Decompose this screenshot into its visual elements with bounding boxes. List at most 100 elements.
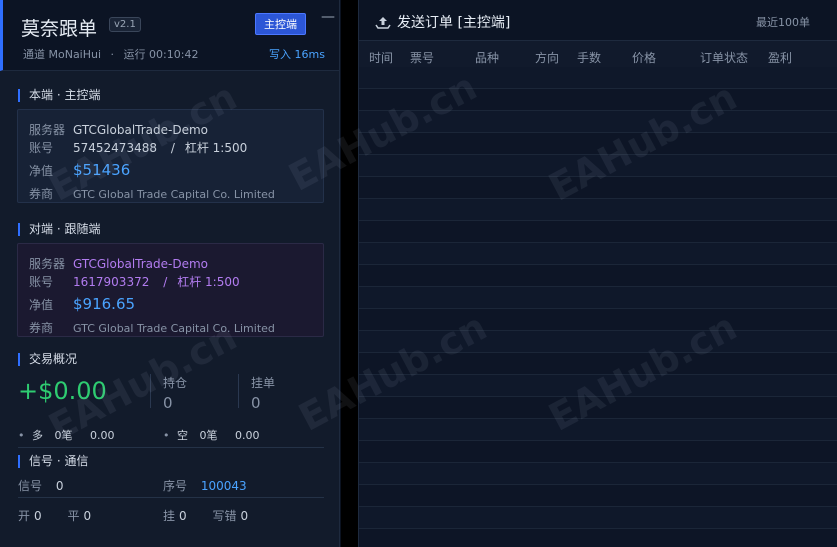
signal-value: 0 (55, 479, 64, 493)
hang-write-row: 挂0 写错 0 (163, 507, 252, 524)
local-leverage: 杠杆 1:500 (184, 141, 248, 155)
long-summary: • 多 0笔 0.00 (18, 427, 119, 443)
long-value: 0.00 (90, 429, 115, 442)
signal-label: 信号 (18, 479, 43, 493)
pnl-value: +$0.00 (18, 377, 107, 405)
seq-label: 序号 (163, 479, 188, 493)
positions-stat: 持仓 0 (150, 374, 188, 412)
local-broker: GTC Global Trade Capital Co. Limited (73, 188, 275, 201)
table-row (359, 221, 837, 243)
status-line: 通道 MoNaiHui · 运行 00:10:42 (23, 46, 198, 62)
short-value: 0.00 (235, 429, 260, 442)
local-broker-row: 券商 GTC Global Trade Capital Co. Limited (29, 185, 275, 202)
pending-stat: 挂单 0 (238, 374, 276, 412)
table-row (359, 155, 837, 177)
orders-panel: 发送订单 [主控端] 最近100单 时间 票号 品种 方向 手数 价格 订单状态… (358, 0, 837, 547)
open-close-row: 开0 平0 (18, 507, 95, 524)
table-row (359, 441, 837, 463)
orders-title-text: 发送订单 [主控端] (397, 15, 511, 31)
server-label: 服务器 (29, 123, 66, 137)
close-value: 0 (83, 509, 92, 523)
orders-table-header: 时间 票号 品种 方向 手数 价格 订单状态 盈利 (359, 41, 837, 68)
close-label: 平 (67, 509, 80, 523)
table-row (359, 89, 837, 111)
channel-label: 通道 MoNaiHui (23, 48, 102, 61)
remote-broker: GTC Global Trade Capital Co. Limited (73, 322, 275, 335)
remote-equity-row: 净值 $916.65 (29, 295, 135, 313)
minimize-icon[interactable]: — (321, 9, 335, 25)
recent-count: 最近100单 (756, 16, 810, 29)
account-label: 账号 (29, 275, 54, 289)
positions-value: 0 (163, 394, 173, 412)
open-value: 0 (34, 509, 42, 523)
equity-label: 净值 (29, 298, 54, 312)
table-row (359, 507, 837, 529)
app-header: 莫奈跟单 v2.1 主控端 — 通道 MoNaiHui · 运行 00:10:4… (0, 0, 339, 71)
local-account-card: 服务器 GTCGlobalTrade-Demo 账号 57452473488 / 杠杆… (17, 109, 324, 203)
local-server: GTCGlobalTrade-Demo (73, 123, 208, 137)
table-row (359, 67, 837, 89)
role-button[interactable]: 主控端 (255, 13, 306, 35)
bullet: • (18, 429, 25, 442)
broker-label: 券商 (29, 321, 54, 335)
write-error-label: 写错 (212, 509, 237, 523)
table-row (359, 463, 837, 485)
orders-table-body (359, 67, 837, 547)
positions-label: 持仓 (163, 376, 188, 390)
table-row (359, 397, 837, 419)
orders-title: 发送订单 [主控端] (375, 12, 510, 32)
table-row (359, 419, 837, 441)
local-account: 57452473488 (73, 141, 157, 155)
col-profit: 盈利 (768, 51, 793, 65)
table-row (359, 177, 837, 199)
table-row (359, 133, 837, 155)
table-row (359, 265, 837, 287)
runtime-label: 运行 00:10:42 (123, 48, 199, 61)
remote-equity: $916.65 (73, 295, 136, 313)
account-label: 账号 (29, 141, 54, 155)
separator: · (110, 48, 115, 61)
pending-value: 0 (251, 394, 261, 412)
hang-label: 挂 (163, 509, 176, 523)
col-ticket: 票号 (410, 51, 435, 65)
remote-account: 1617903372 (73, 275, 150, 289)
local-server-row: 服务器 GTCGlobalTrade-Demo (29, 121, 208, 138)
short-label: 空 (177, 429, 188, 442)
left-panel: 莫奈跟单 v2.1 主控端 — 通道 MoNaiHui · 运行 00:10:4… (0, 0, 340, 547)
slash: / (163, 275, 168, 289)
remote-server: GTCGlobalTrade-Demo (73, 257, 208, 271)
local-equity-row: 净值 $51436 (29, 161, 130, 179)
broker-label: 券商 (29, 187, 54, 201)
remote-server-row: 服务器 GTCGlobalTrade-Demo (29, 255, 208, 272)
col-price: 价格 (632, 51, 657, 65)
short-count: 0笔 (199, 429, 218, 442)
trade-section-title: 交易概况 (18, 353, 77, 366)
table-row (359, 375, 837, 397)
table-row (359, 309, 837, 331)
table-row (359, 243, 837, 265)
table-row (359, 199, 837, 221)
pending-label: 挂单 (251, 376, 276, 390)
write-latency: 写入 16ms (269, 48, 325, 61)
write-error-value: 0 (240, 509, 249, 523)
orders-header: 发送订单 [主控端] 最近100单 (359, 0, 837, 41)
version-badge: v2.1 (109, 17, 141, 32)
table-row (359, 331, 837, 353)
long-label: 多 (32, 429, 43, 442)
remote-account-card: 服务器 GTCGlobalTrade-Demo 账号 1617903372 / 杠杆 … (17, 243, 324, 337)
send-order-icon (375, 17, 391, 29)
seq-value: 100043 (200, 479, 247, 493)
col-lots: 手数 (577, 51, 602, 65)
local-account-row: 账号 57452473488 / 杠杆 1:500 (29, 139, 247, 156)
seq-row: 序号 100043 (163, 477, 251, 494)
local-equity: $51436 (73, 161, 131, 179)
chart-gap (341, 0, 358, 547)
hang-value: 0 (179, 509, 187, 523)
table-row (359, 111, 837, 133)
local-section-title: 本端 · 主控端 (18, 89, 100, 102)
col-time: 时间 (369, 51, 394, 65)
equity-label: 净值 (29, 164, 54, 178)
short-summary: • 空 0笔 0.00 (163, 427, 264, 443)
bullet: • (163, 429, 170, 442)
server-label: 服务器 (29, 257, 66, 271)
